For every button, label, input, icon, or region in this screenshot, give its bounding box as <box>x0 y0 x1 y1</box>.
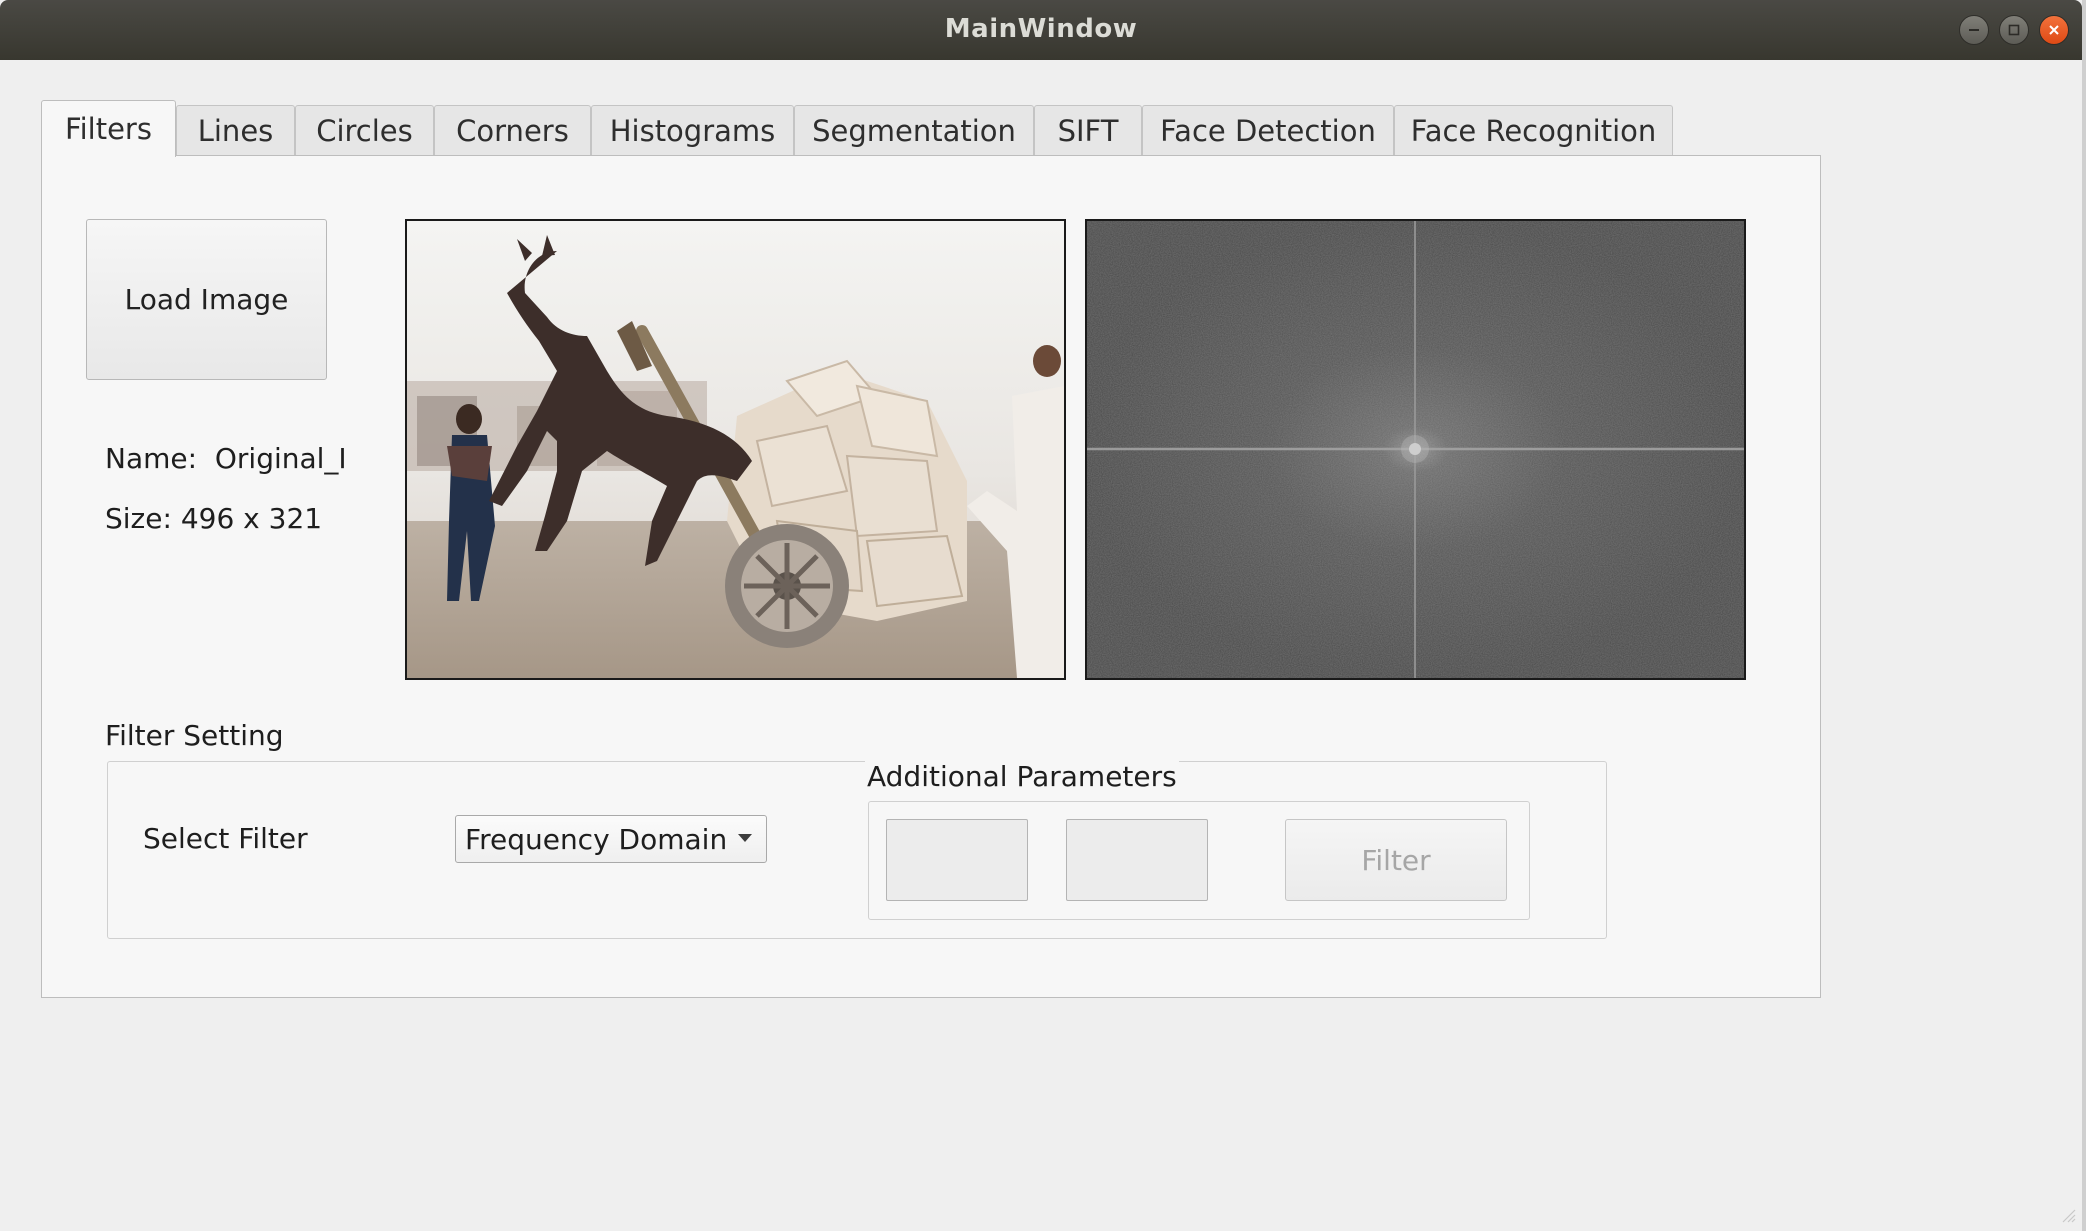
tab-sift[interactable]: SIFT <box>1034 105 1142 156</box>
image-name-row: Name: Original_Ir <box>105 442 345 475</box>
select-filter-label: Select Filter <box>143 822 308 855</box>
main-window: MainWindow Filters Lines Circles Corners… <box>0 0 2086 1231</box>
original-image-view <box>405 219 1066 680</box>
maximize-icon <box>2000 16 2028 44</box>
minimize-icon <box>1960 16 1988 44</box>
tab-histograms[interactable]: Histograms <box>591 105 794 156</box>
minimize-button[interactable] <box>1959 15 1989 45</box>
title-bar[interactable]: MainWindow <box>0 0 2082 60</box>
image-name-label: Name: <box>105 442 198 475</box>
dropdown-arrow-icon <box>738 834 752 842</box>
load-image-button[interactable]: Load Image <box>86 219 327 380</box>
close-icon <box>2040 16 2068 44</box>
apply-filter-button[interactable]: Filter <box>1285 819 1507 901</box>
tab-face-detection[interactable]: Face Detection <box>1142 105 1394 156</box>
filters-tab-panel: Load Image Name: Original_Ir Size: 496 x… <box>41 155 1821 998</box>
image-size-row: Size: 496 x 321 <box>105 502 322 535</box>
tab-segmentation[interactable]: Segmentation <box>794 105 1034 156</box>
photo-donkey-cart-icon <box>407 221 1064 678</box>
image-name-value: Original_Ir <box>214 442 345 475</box>
filter-setting-title: Filter Setting <box>105 719 284 752</box>
tab-circles[interactable]: Circles <box>295 105 434 156</box>
parameter-2-field[interactable] <box>1066 819 1208 901</box>
additional-parameters-title: Additional Parameters <box>865 760 1179 793</box>
image-size-label: Size: <box>105 502 172 535</box>
maximize-button[interactable] <box>1999 15 2029 45</box>
window-title: MainWindow <box>944 14 1138 44</box>
resize-grip-icon[interactable] <box>2058 1205 2076 1227</box>
fft-magnitude-spectrum-icon <box>1087 221 1744 678</box>
parameter-1-field[interactable] <box>886 819 1028 901</box>
filter-type-value: Frequency Domain <box>465 822 728 856</box>
close-button[interactable] <box>2039 15 2069 45</box>
filter-type-select[interactable]: Frequency Domain <box>455 815 767 863</box>
tab-filters[interactable]: Filters <box>41 100 176 157</box>
tab-corners[interactable]: Corners <box>434 105 591 156</box>
tab-lines[interactable]: Lines <box>176 105 295 156</box>
tab-face-recognition[interactable]: Face Recognition <box>1394 105 1673 156</box>
image-size-value: 496 x 321 <box>180 502 323 535</box>
output-image-view <box>1085 219 1746 680</box>
